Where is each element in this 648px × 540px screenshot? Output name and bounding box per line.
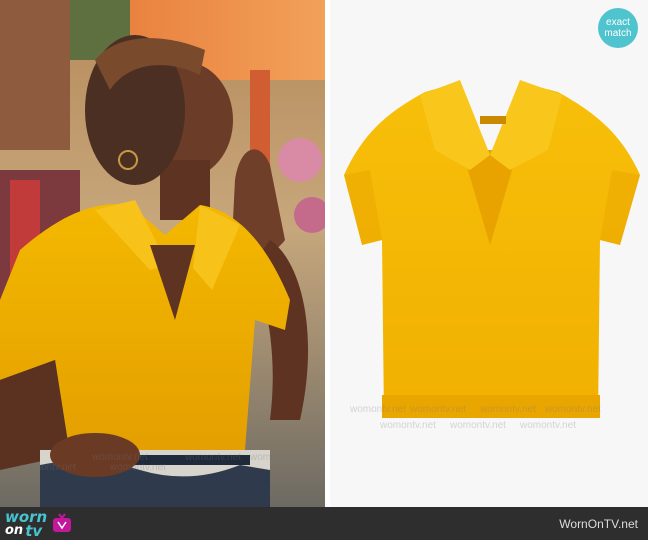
exact-match-badge: exact match: [598, 8, 638, 48]
logo-wordmark: worn on tv: [5, 510, 47, 540]
tv-icon: [53, 513, 72, 532]
scene-photo: [0, 0, 325, 507]
product-photo: [330, 0, 648, 507]
site-footer: worn on tv WornOnTV.net: [0, 507, 648, 540]
site-name[interactable]: WornOnTV.net: [559, 517, 638, 531]
wornontv-logo[interactable]: worn on tv: [5, 510, 73, 540]
logo-word-on: on: [5, 523, 24, 538]
badge-line-1: exact: [606, 17, 630, 28]
yellow-polo-product-illustration: [330, 0, 648, 507]
logo-word-tv: tv: [25, 522, 43, 540]
badge-line-2: match: [604, 28, 632, 39]
scene-photo-illustration: [0, 0, 325, 507]
